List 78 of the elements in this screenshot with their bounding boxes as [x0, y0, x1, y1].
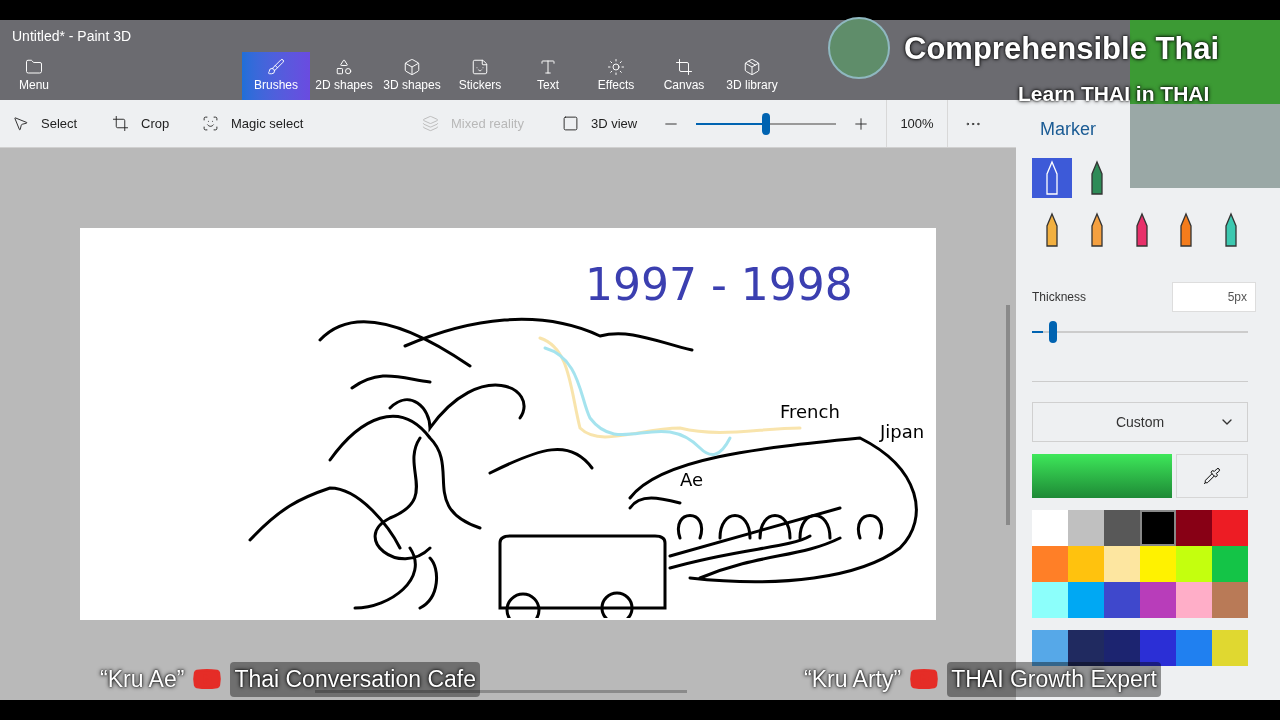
eyedropper-icon: [1203, 467, 1221, 485]
color-mode-dropdown[interactable]: Custom: [1032, 402, 1248, 442]
ribbon-tab[interactable]: Stickers: [446, 52, 514, 100]
horizontal-scrollbar[interactable]: [315, 690, 687, 693]
package-icon: [743, 58, 761, 76]
toolbar-button[interactable]: Select: [0, 100, 100, 147]
color-swatch[interactable]: [1140, 546, 1176, 582]
color-swatch[interactable]: [1032, 510, 1068, 546]
magic-select-icon: [202, 115, 219, 132]
color-swatch[interactable]: [1032, 630, 1068, 666]
crop-icon: [112, 115, 129, 132]
layers-icon: [422, 115, 439, 132]
thickness-thumb[interactable]: [1048, 321, 1057, 343]
handwritten-label: 1997 - 1998: [585, 258, 853, 312]
toolbar-button[interactable]: 3D view: [550, 100, 650, 147]
color-swatch[interactable]: [1068, 546, 1104, 582]
color-swatch[interactable]: [1176, 510, 1212, 546]
channel-name: Thai Conversation Cafe: [230, 662, 480, 697]
color-swatch[interactable]: [1104, 546, 1140, 582]
channel-subtitle: Learn THAI in THAI: [1018, 81, 1210, 107]
color-swatch[interactable]: [1176, 630, 1212, 666]
panel-title: Marker: [1040, 117, 1096, 141]
brush-option[interactable]: [1032, 158, 1072, 198]
handwritten-label: Jipan: [880, 420, 925, 444]
color-swatch[interactable]: [1068, 630, 1104, 666]
eyedropper-button[interactable]: [1176, 454, 1248, 498]
canvas-icon: [675, 58, 693, 76]
color-swatch[interactable]: [1212, 510, 1248, 546]
color-swatch[interactable]: [1104, 510, 1140, 546]
pointer-icon: [12, 115, 29, 132]
shapes-icon: [335, 58, 353, 76]
drawing-canvas[interactable]: 1997 - 1998 French Jipan Ae: [80, 228, 936, 620]
ribbon-tab[interactable]: Canvas: [650, 52, 718, 100]
ribbon-tab[interactable]: Effects: [582, 52, 650, 100]
color-swatch[interactable]: [1104, 630, 1140, 666]
vertical-scrollbar[interactable]: [1006, 305, 1010, 525]
marker-icon: [1043, 160, 1061, 196]
color-swatch[interactable]: [1140, 510, 1176, 546]
toolbar-button[interactable]: Crop: [100, 100, 190, 147]
color-swatch[interactable]: [1176, 546, 1212, 582]
color-swatch[interactable]: [1212, 546, 1248, 582]
color-swatch[interactable]: [1104, 582, 1140, 618]
cube-icon: [403, 58, 421, 76]
current-color-swatch[interactable]: [1032, 454, 1172, 498]
thickness-field[interactable]: 5px: [1172, 282, 1256, 312]
color-swatch[interactable]: [1032, 582, 1068, 618]
toolbar-button[interactable]: Magic select: [190, 100, 370, 147]
ribbon-tab[interactable]: Brushes: [242, 52, 310, 100]
zoom-value: 100%: [900, 114, 934, 133]
ribbon-tab[interactable]: 3D shapes: [378, 52, 446, 100]
sticker-icon: [471, 58, 489, 76]
text-icon: [539, 58, 557, 76]
thickness-slider[interactable]: [1032, 320, 1248, 344]
color-swatch[interactable]: [1212, 630, 1248, 666]
channel-title: Comprehensible Thai: [904, 30, 1220, 68]
window-title: Untitled* - Paint 3D: [12, 26, 132, 46]
ribbon-tab[interactable]: Text: [514, 52, 582, 100]
color-swatch[interactable]: [1068, 582, 1104, 618]
handwritten-label: French: [780, 400, 840, 424]
sun-icon: [607, 58, 625, 76]
zoom-thumb[interactable]: [762, 112, 770, 135]
view-icon: [562, 115, 579, 132]
brush-icon: [267, 58, 285, 76]
ribbon-tab[interactable]: 3D library: [718, 52, 786, 100]
ribbon-tab[interactable]: 2D shapes: [310, 52, 378, 100]
handwritten-label: Ae: [680, 468, 704, 492]
color-swatch[interactable]: [1212, 582, 1248, 618]
thickness-label: Thickness: [1032, 289, 1087, 306]
color-swatch[interactable]: [1068, 510, 1104, 546]
host-name: “Kru Arty”: [804, 665, 902, 694]
color-swatch[interactable]: [1032, 546, 1068, 582]
zoom-slider[interactable]: [696, 111, 836, 136]
color-swatch[interactable]: [1140, 630, 1176, 666]
color-swatch[interactable]: [1140, 582, 1176, 618]
channel-name: THAI Growth Expert: [947, 662, 1161, 697]
color-swatch[interactable]: [1176, 582, 1212, 618]
menu-button[interactable]: Menu: [0, 52, 68, 100]
folder-icon: [25, 58, 43, 76]
